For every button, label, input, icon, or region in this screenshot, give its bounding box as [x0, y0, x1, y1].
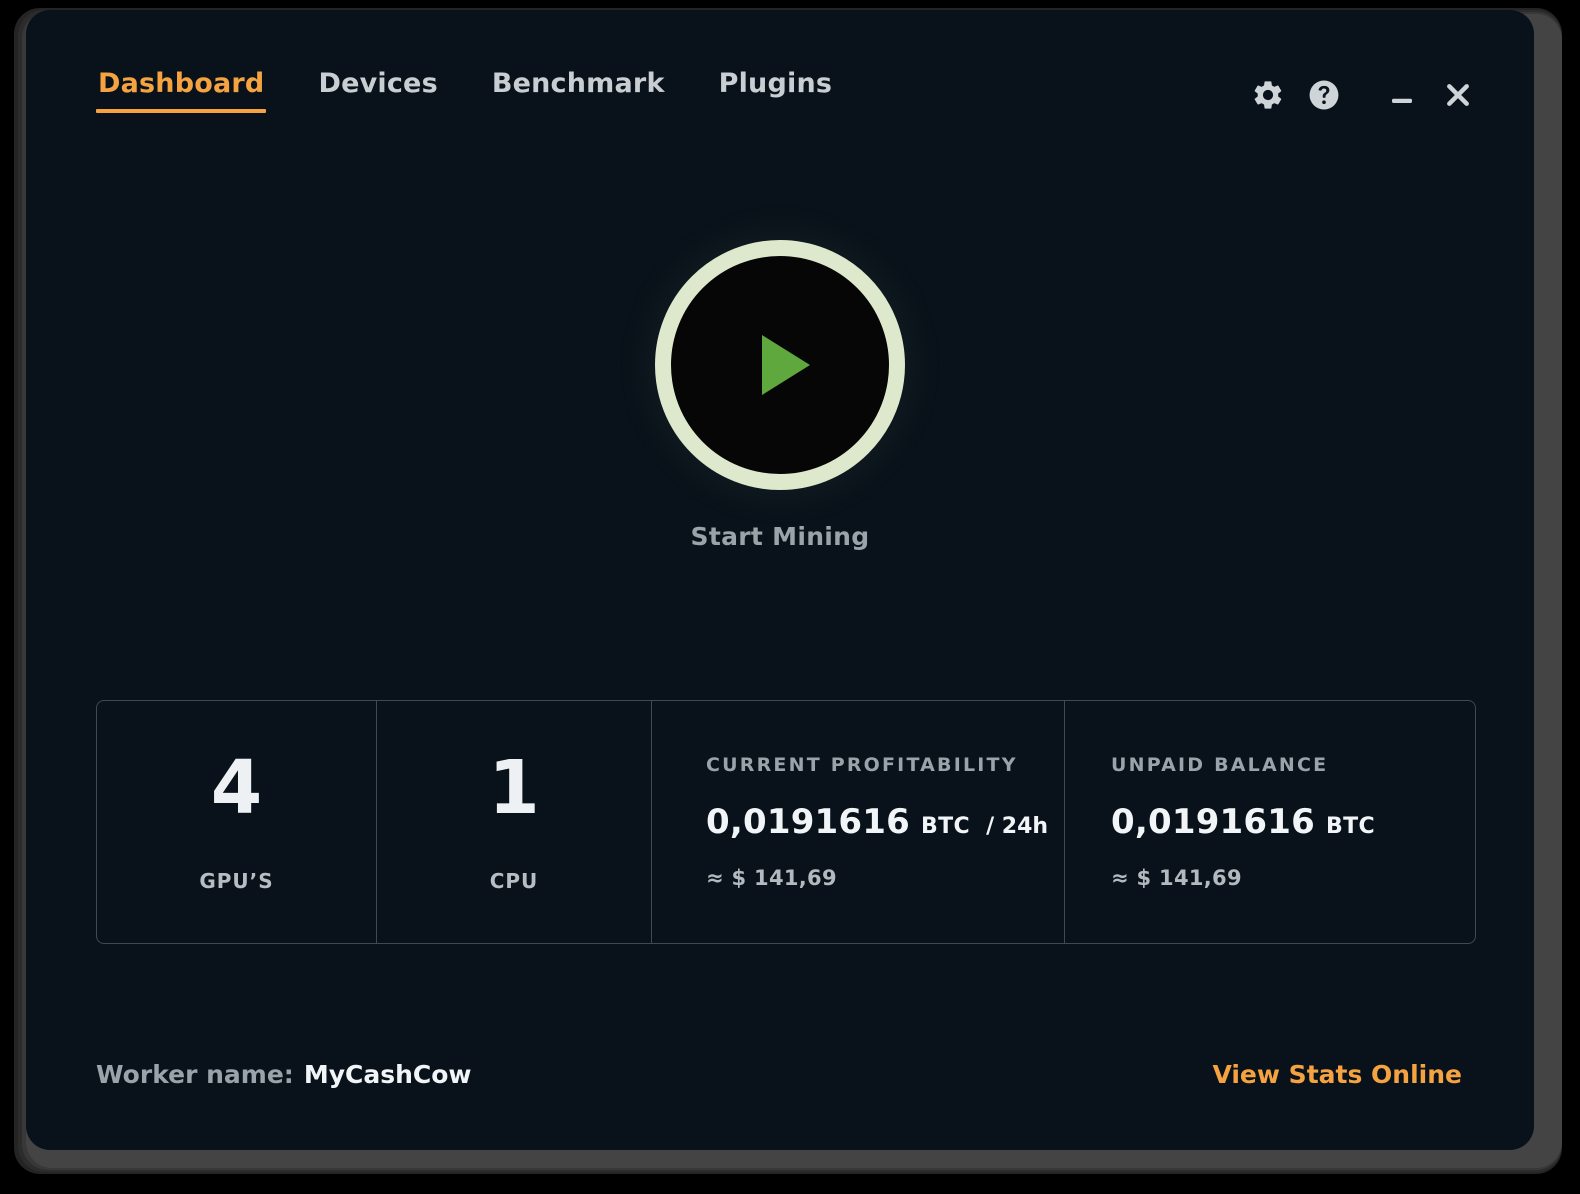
unpaid-balance-approx: ≈ $ 141,69 — [1111, 866, 1475, 890]
start-mining-label: Start Mining — [26, 522, 1534, 551]
play-icon — [762, 335, 810, 395]
start-mining-section: Start Mining — [26, 240, 1534, 551]
current-profitability-amount: 0,0191616 — [706, 802, 910, 842]
current-profitability-title: CURRENT PROFITABILITY — [706, 754, 1064, 776]
unpaid-balance-value-row: 0,0191616 BTC — [1111, 802, 1475, 842]
gpu-count-label: GPU’S — [199, 869, 273, 893]
cpu-count-value: 1 — [488, 751, 540, 825]
start-mining-button[interactable] — [655, 240, 905, 490]
top-navbar: Dashboard Devices Benchmark Plugins — [26, 10, 1534, 140]
view-stats-online-link[interactable]: View Stats Online — [1212, 1060, 1462, 1089]
gpu-count-inner: 4 GPU’S — [199, 751, 273, 893]
app-root: Dashboard Devices Benchmark Plugins — [0, 0, 1580, 1194]
spacer — [1352, 95, 1374, 96]
unpaid-balance-title: UNPAID BALANCE — [1111, 754, 1475, 776]
worker-name-label: Worker name: — [96, 1060, 294, 1089]
current-profitability-unit: BTC — [921, 814, 970, 839]
tab-plugins-label: Plugins — [719, 68, 833, 99]
unpaid-balance-cell: UNPAID BALANCE 0,0191616 BTC ≈ $ 141,69 — [1064, 701, 1475, 943]
minimize-icon — [1387, 80, 1417, 110]
current-profitability-period: / 24h — [986, 814, 1048, 839]
unpaid-balance-unit: BTC — [1326, 814, 1375, 839]
nav-tabs: Dashboard Devices Benchmark Plugins — [96, 68, 834, 113]
gpu-count-cell: 4 GPU’S — [97, 701, 376, 943]
close-icon — [1442, 79, 1474, 111]
stats-panel: 4 GPU’S 1 CPU CURRENT PROFITABILITY 0,01… — [96, 700, 1476, 944]
app-window: Dashboard Devices Benchmark Plugins — [26, 10, 1534, 1150]
close-button[interactable] — [1430, 70, 1486, 120]
tab-benchmark-label: Benchmark — [492, 68, 665, 99]
cpu-count-label: CPU — [490, 869, 539, 893]
settings-button[interactable] — [1240, 70, 1296, 120]
worker-name-value: MyCashCow — [304, 1060, 472, 1089]
tab-benchmark[interactable]: Benchmark — [490, 68, 667, 113]
current-profitability-cell: CURRENT PROFITABILITY 0,0191616 BTC / 24… — [651, 701, 1064, 943]
unpaid-balance-amount: 0,0191616 — [1111, 802, 1315, 842]
minimize-button[interactable] — [1374, 70, 1430, 120]
help-button[interactable] — [1296, 70, 1352, 120]
tab-plugins[interactable]: Plugins — [717, 68, 835, 113]
tab-devices-label: Devices — [318, 68, 437, 99]
footer-bar: Worker name: MyCashCow View Stats Online — [26, 1060, 1534, 1100]
cpu-count-cell: 1 CPU — [376, 701, 651, 943]
gpu-count-value: 4 — [211, 751, 263, 825]
tab-devices[interactable]: Devices — [316, 68, 439, 113]
cpu-count-inner: 1 CPU — [488, 751, 540, 893]
tab-dashboard[interactable]: Dashboard — [96, 68, 266, 113]
help-icon — [1307, 78, 1341, 112]
window-controls — [1240, 70, 1486, 120]
worker-name-group: Worker name: MyCashCow — [96, 1060, 472, 1089]
current-profitability-approx: ≈ $ 141,69 — [706, 866, 1064, 890]
gear-icon — [1251, 78, 1285, 112]
tab-dashboard-label: Dashboard — [98, 68, 264, 99]
current-profitability-value-row: 0,0191616 BTC / 24h — [706, 802, 1064, 842]
